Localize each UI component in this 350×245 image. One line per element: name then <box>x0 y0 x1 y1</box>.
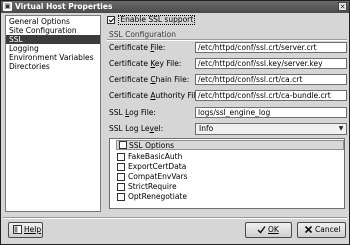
window-icon[interactable]: ▣ <box>3 2 12 11</box>
category-list: General Options Site Configuration SSL L… <box>5 15 101 212</box>
certificate-chain-file-field[interactable]: /etc/httpd/conf/ssl.crt/ca.crt <box>195 74 347 85</box>
option-label: CompatEnvVars <box>128 172 188 181</box>
option-compatenvvars[interactable]: CompatEnvVars <box>117 172 188 181</box>
ssl-log-file-field[interactable]: logs/ssl_engine_log <box>195 107 347 118</box>
button-bar-divider <box>3 217 347 219</box>
certificate-authority-file-label: Certificate Authority File: <box>109 91 203 100</box>
virtual-host-properties-dialog: ▣ Virtual Host Properties ✕ General Opti… <box>0 0 350 245</box>
certificate-file-label: Certificate File: <box>109 43 166 52</box>
option-label: ExportCertData <box>128 162 187 171</box>
option-checkbox[interactable] <box>117 153 125 161</box>
option-label: FakeBasicAuth <box>128 152 183 161</box>
ssl-log-file-label: SSL Log File: <box>109 108 156 117</box>
option-exportcertdata[interactable]: ExportCertData <box>117 162 186 171</box>
sidebar-item-directories[interactable]: Directories <box>6 62 100 71</box>
ssl-options-header-checkbox[interactable] <box>119 141 127 149</box>
ssl-options-header-label: SSL Options <box>129 141 175 150</box>
cancel-button-label: Cancel <box>315 225 341 234</box>
certificate-key-file-row: Certificate Key File: /etc/httpd/conf/ss… <box>109 58 349 69</box>
option-checkbox[interactable] <box>117 193 125 201</box>
ssl-log-level-label: SSL Log Level: <box>109 124 164 133</box>
option-checkbox[interactable] <box>117 173 125 181</box>
sidebar-item-environment-variables[interactable]: Environment Variables <box>6 53 100 62</box>
ok-button[interactable]: OK <box>245 222 292 238</box>
option-strictrequire[interactable]: StrictRequire <box>117 182 177 191</box>
enable-ssl-label[interactable]: Enable SSL support <box>118 15 196 25</box>
section-divider <box>107 39 347 41</box>
help-button[interactable]: Help <box>8 222 43 238</box>
close-icon[interactable]: ✕ <box>338 2 347 11</box>
help-icon <box>13 224 22 234</box>
option-label: OptRenegotiate <box>128 192 187 201</box>
certificate-chain-file-row: Certificate Chain File: /etc/httpd/conf/… <box>109 74 349 85</box>
certificate-chain-file-label: Certificate Chain File: <box>109 75 190 84</box>
sidebar-item-ssl[interactable]: SSL <box>6 35 100 44</box>
ssl-configuration-heading: SSL Configuration <box>109 30 176 39</box>
certificate-key-file-label: Certificate Key File: <box>109 59 182 68</box>
certificate-file-field[interactable]: /etc/httpd/conf/ssl.crt/server.crt <box>195 42 347 53</box>
option-checkbox[interactable] <box>117 163 125 171</box>
option-checkbox[interactable] <box>117 183 125 191</box>
title-bar[interactable]: ▣ Virtual Host Properties ✕ <box>1 1 349 13</box>
sidebar-item-logging[interactable]: Logging <box>6 44 100 53</box>
ok-button-label: OK <box>268 225 279 234</box>
ssl-log-level-value: Info <box>199 124 214 133</box>
ssl-log-file-row: SSL Log File: logs/ssl_engine_log <box>109 107 349 118</box>
ssl-panel: Enable SSL support SSL Configuration Cer… <box>105 13 347 213</box>
ok-icon <box>257 225 266 234</box>
ssl-log-level-select[interactable]: Info ▼ <box>195 123 347 135</box>
certificate-authority-file-row: Certificate Authority File: /etc/httpd/c… <box>109 90 349 101</box>
enable-ssl-checkbox[interactable] <box>107 16 115 24</box>
certificate-file-row: Certificate File: /etc/httpd/conf/ssl.cr… <box>109 42 349 53</box>
window-title: Virtual Host Properties <box>15 2 113 11</box>
ssl-options-header[interactable]: SSL Options <box>116 140 344 150</box>
option-label: StrictRequire <box>128 182 177 191</box>
help-button-label: Help <box>24 225 42 234</box>
certificate-key-file-field[interactable]: /etc/httpd/conf/ssl.key/server.key <box>195 58 347 69</box>
sidebar-item-general-options[interactable]: General Options <box>6 17 100 26</box>
chevron-down-icon[interactable]: ▼ <box>337 125 345 133</box>
ssl-log-level-row: SSL Log Level: Info ▼ <box>109 123 349 135</box>
option-fakebasicauth[interactable]: FakeBasicAuth <box>117 152 182 161</box>
cancel-button[interactable]: Cancel <box>297 222 346 238</box>
certificate-authority-file-field[interactable]: /etc/httpd/conf/ssl.crt/ca-bundle.crt <box>195 90 347 101</box>
sidebar-item-site-configuration[interactable]: Site Configuration <box>6 26 100 35</box>
option-optrenegotiate[interactable]: OptRenegotiate <box>117 192 187 201</box>
ssl-options-list: SSL Options FakeBasicAuth ExportCertData… <box>109 138 345 209</box>
enable-ssl-row[interactable]: Enable SSL support <box>107 15 196 25</box>
cancel-icon <box>304 225 313 233</box>
